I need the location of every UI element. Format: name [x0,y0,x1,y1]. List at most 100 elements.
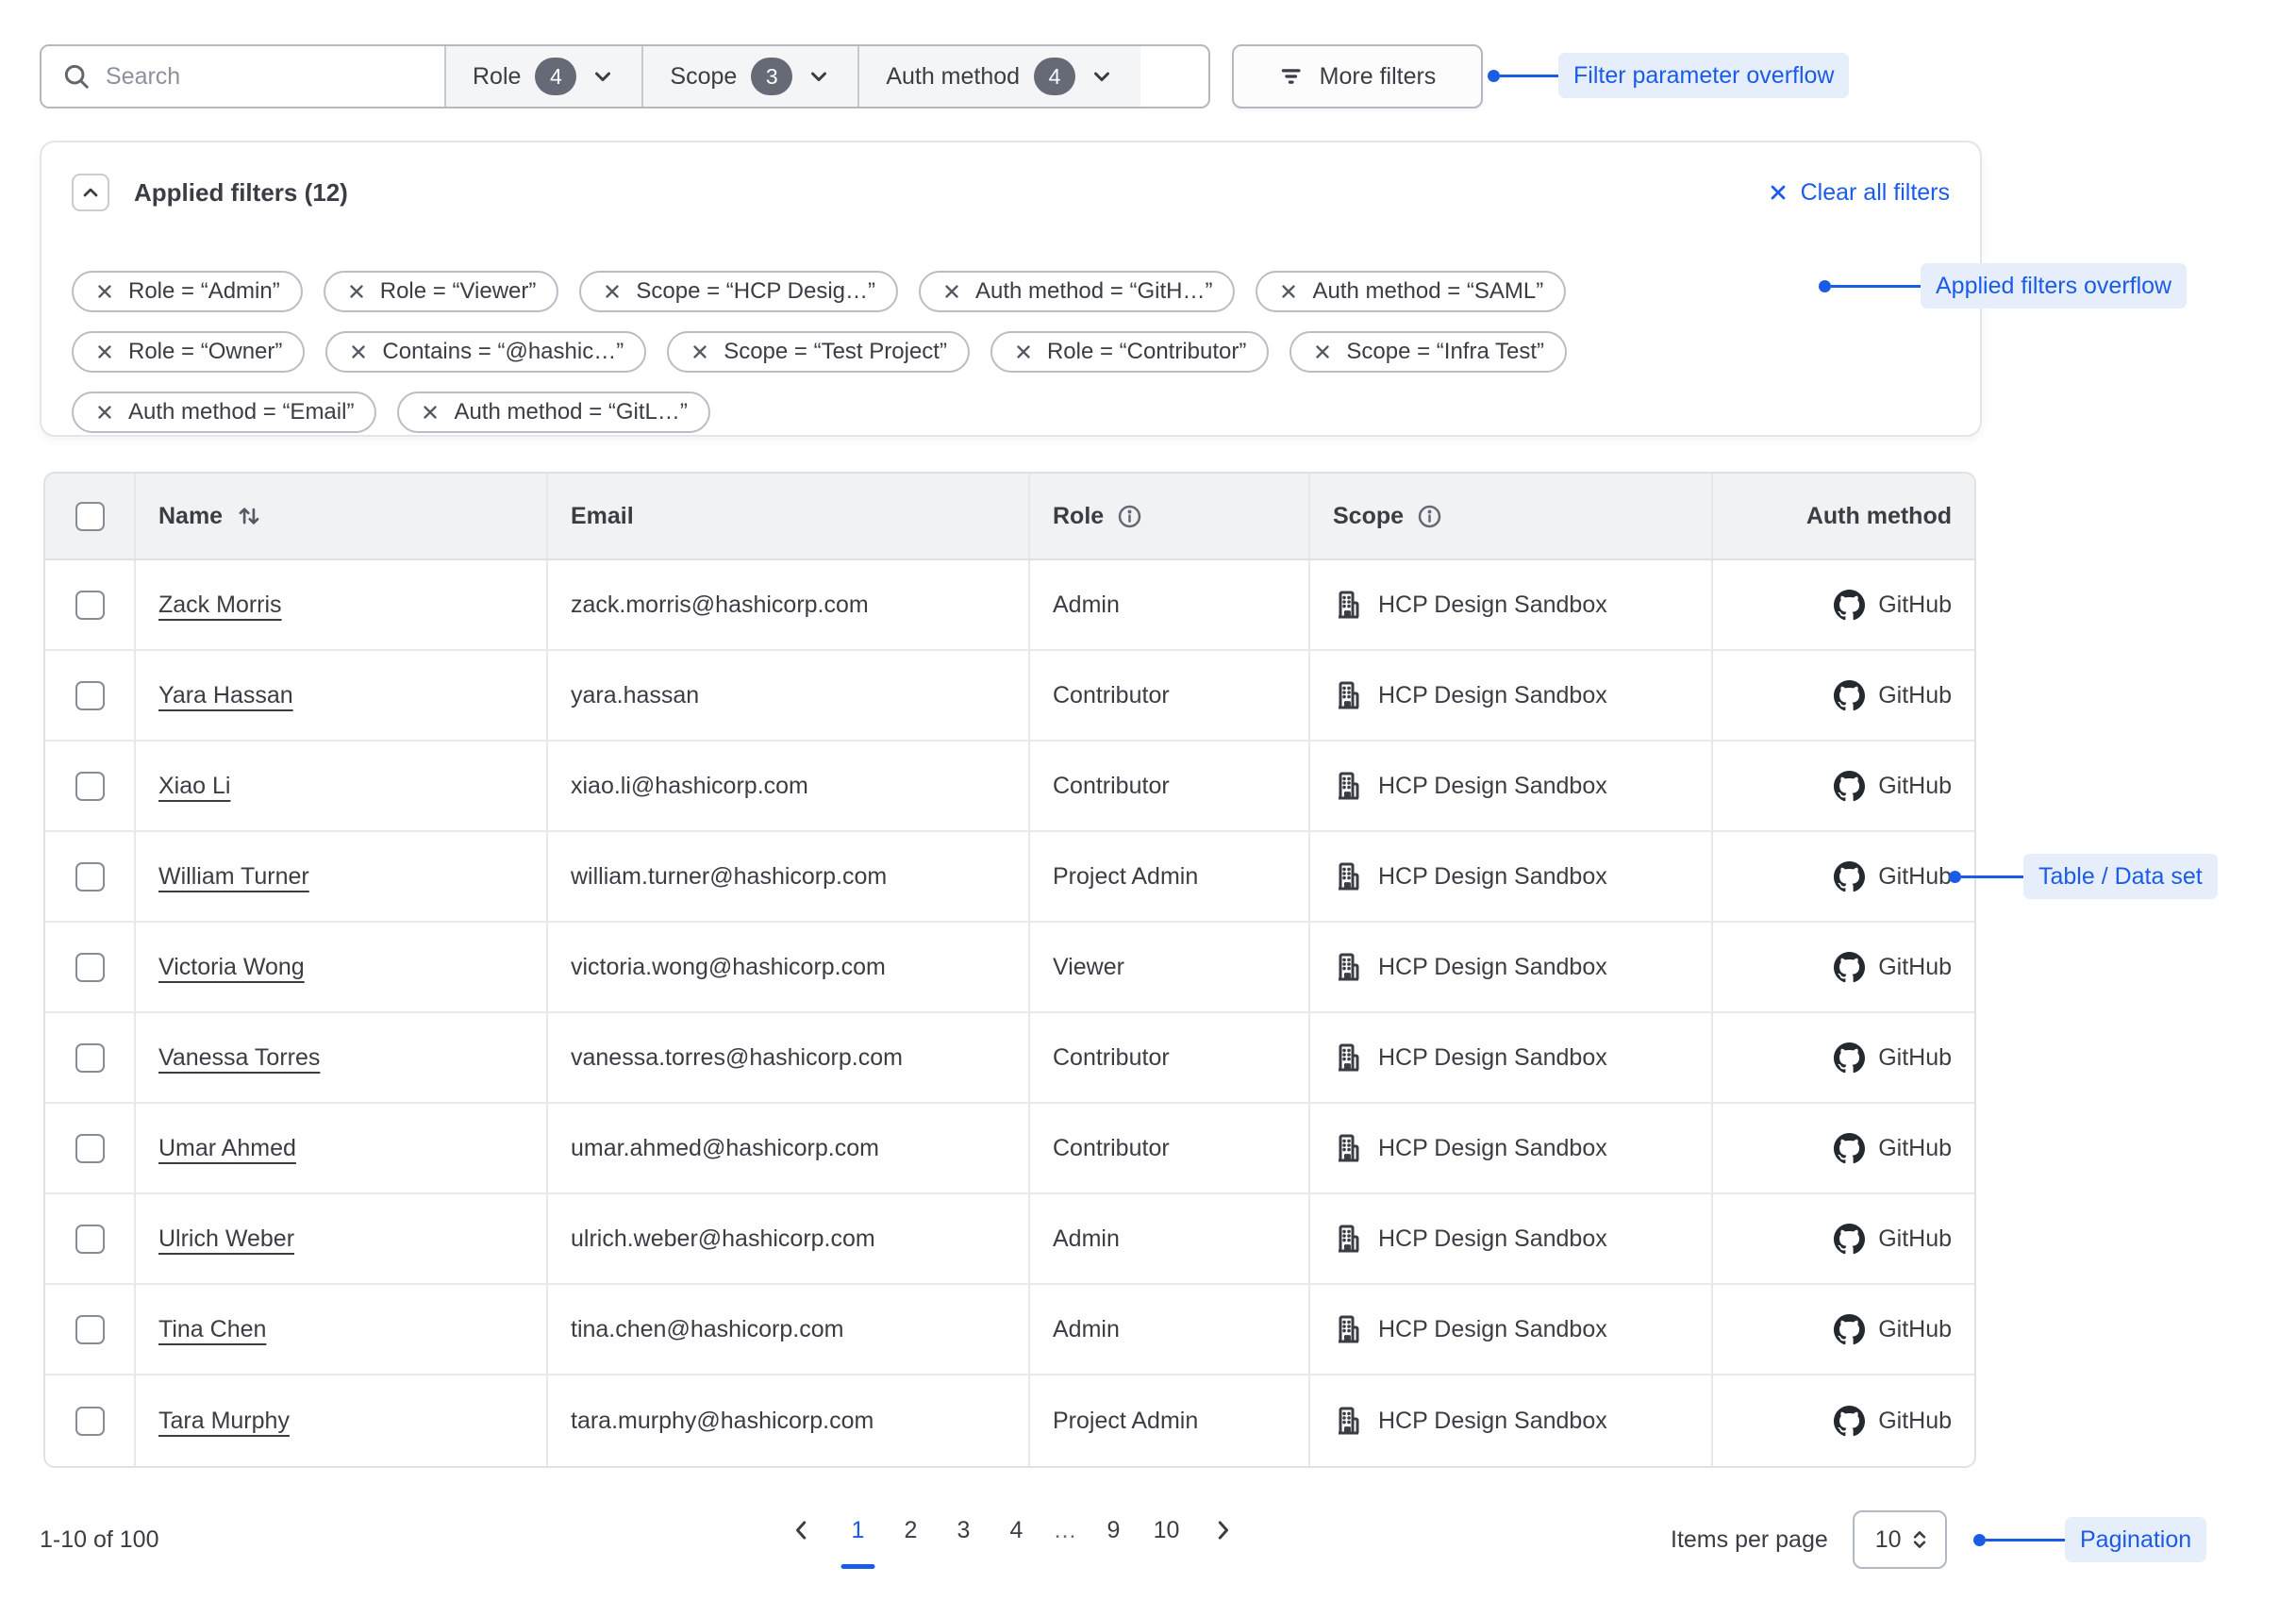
page-button-10[interactable]: 10 [1147,1506,1187,1569]
filter-pill: Auth method = “Email” [72,392,376,433]
user-name-link[interactable]: Xiao Li [158,773,230,800]
filter-pill: Role = “Admin” [72,271,303,312]
scope-cell: HCP Design Sandbox [1378,773,1607,800]
dismiss-filter-button[interactable] [690,342,710,362]
table-row: Ulrich Weber ulrich.weber@hashicorp.com … [45,1194,1974,1285]
chevron-down-icon [1090,64,1114,89]
collapse-applied-filters-button[interactable] [72,174,109,211]
annotation-label: Table / Data set [2023,854,2218,899]
page-button-4[interactable]: 4 [997,1506,1037,1569]
filter-pill-label: Scope = “Infra Test” [1346,339,1544,365]
scope-filter-dropdown[interactable]: Scope 3 [641,46,857,107]
filter-pill-label: Role = “Admin” [128,278,280,305]
row-checkbox[interactable] [75,1134,105,1163]
user-name-link[interactable]: Umar Ahmed [158,1135,296,1162]
dismiss-filter-button[interactable] [602,281,623,302]
items-per-page-select[interactable]: 10 [1853,1510,1947,1569]
email-cell: william.turner@hashicorp.com [546,832,1028,921]
user-name-link[interactable]: Tara Murphy [158,1408,290,1435]
items-per-page-group: Items per page 10 [1671,1510,1947,1569]
role-cell: Contributor [1028,651,1308,740]
auth-method-cell: GitHub [1878,863,1952,891]
filter-pill-label: Scope = “HCP Desig…” [636,278,875,305]
page-button-9[interactable]: 9 [1094,1506,1134,1569]
row-checkbox[interactable] [75,1225,105,1254]
chevron-right-icon [1211,1518,1236,1542]
dismiss-filter-button[interactable] [346,281,367,302]
filter-pill-label: Role = “Viewer” [380,278,537,305]
user-name-link[interactable]: William Turner [158,863,309,891]
auth-method-filter-dropdown[interactable]: Auth method 4 [857,46,1140,107]
x-icon [941,281,962,302]
scope-cell: HCP Design Sandbox [1378,1316,1607,1343]
filter-pill: Role = “Contributor” [990,331,1269,373]
table-row: Vanessa Torres vanessa.torres@hashicorp.… [45,1013,1974,1104]
table-row: Zack Morris zack.morris@hashicorp.com Ad… [45,560,1974,651]
user-name-link[interactable]: Ulrich Weber [158,1225,294,1253]
auth-method-cell: GitHub [1878,1225,1952,1253]
page-button-1[interactable]: 1 [839,1506,878,1569]
page-button-2[interactable]: 2 [891,1506,931,1569]
role-filter-label: Role [473,63,521,91]
next-page-button[interactable] [1200,1508,1247,1567]
row-checkbox[interactable] [75,953,105,982]
search-icon [62,62,91,91]
select-all-checkbox[interactable] [75,502,105,531]
info-icon[interactable] [1417,504,1442,529]
annotation-pagination: Pagination [1973,1517,2206,1562]
search-field[interactable] [42,46,444,107]
filter-pill: Auth method = “GitL…” [397,392,709,433]
more-filters-button[interactable]: More filters [1232,44,1483,108]
filter-bar: Role 4 Scope 3 Auth method 4 [40,44,1210,108]
table-row: Umar Ahmed umar.ahmed@hashicorp.com Cont… [45,1104,1974,1194]
filter-pill: Contains = “@hashic…” [325,331,646,373]
auth-method-cell: GitHub [1878,1044,1952,1072]
search-input[interactable] [106,63,424,91]
user-name-link[interactable]: Victoria Wong [158,954,305,981]
dismiss-filter-button[interactable] [348,342,369,362]
annotation-line [1500,75,1558,77]
user-name-link[interactable]: Yara Hassan [158,682,293,709]
row-checkbox[interactable] [75,772,105,801]
chevron-left-icon [790,1518,814,1542]
row-checkbox[interactable] [75,1407,105,1436]
info-icon[interactable] [1117,504,1142,529]
x-icon [348,342,369,362]
user-name-link[interactable]: Zack Morris [158,592,282,619]
filter-pill-label: Contains = “@hashic…” [382,339,624,365]
x-icon [346,281,367,302]
row-checkbox[interactable] [75,862,105,892]
row-checkbox[interactable] [75,1043,105,1073]
email-cell: vanessa.torres@hashicorp.com [546,1013,1028,1102]
column-header-scope: Scope [1308,474,1711,558]
role-filter-dropdown[interactable]: Role 4 [444,46,641,107]
row-checkbox[interactable] [75,681,105,710]
row-checkbox[interactable] [75,591,105,620]
scope-cell: HCP Design Sandbox [1378,1044,1607,1072]
dismiss-filter-button[interactable] [1312,342,1333,362]
items-per-page-label: Items per page [1671,1526,1828,1554]
role-cell: Admin [1028,560,1308,649]
pill-row: Role = “Admin” Role = “Viewer” Scope = “… [72,271,1567,312]
dismiss-filter-button[interactable] [94,402,115,423]
dismiss-filter-button[interactable] [94,281,115,302]
dismiss-filter-button[interactable] [1278,281,1299,302]
chevron-up-icon [79,181,102,204]
dismiss-filter-button[interactable] [94,342,115,362]
x-icon [420,402,441,423]
column-header-name[interactable]: Name [134,474,546,558]
scope-filter-count-badge: 3 [751,58,792,95]
user-name-link[interactable]: Vanessa Torres [158,1044,320,1072]
previous-page-button[interactable] [778,1508,825,1567]
user-name-link[interactable]: Tina Chen [158,1316,266,1343]
pill-row: Auth method = “Email” Auth method = “Git… [72,392,1567,433]
filter-pill-label: Auth method = “GitL…” [454,399,687,425]
row-checkbox[interactable] [75,1315,105,1344]
clear-all-filters-button[interactable]: Clear all filters [1767,179,1950,207]
dismiss-filter-button[interactable] [941,281,962,302]
annotation-filter-parameter-overflow: Filter parameter overflow [1488,53,1849,98]
dismiss-filter-button[interactable] [420,402,441,423]
page-button-3[interactable]: 3 [944,1506,984,1569]
scope-cell: HCP Design Sandbox [1378,592,1607,619]
dismiss-filter-button[interactable] [1013,342,1034,362]
